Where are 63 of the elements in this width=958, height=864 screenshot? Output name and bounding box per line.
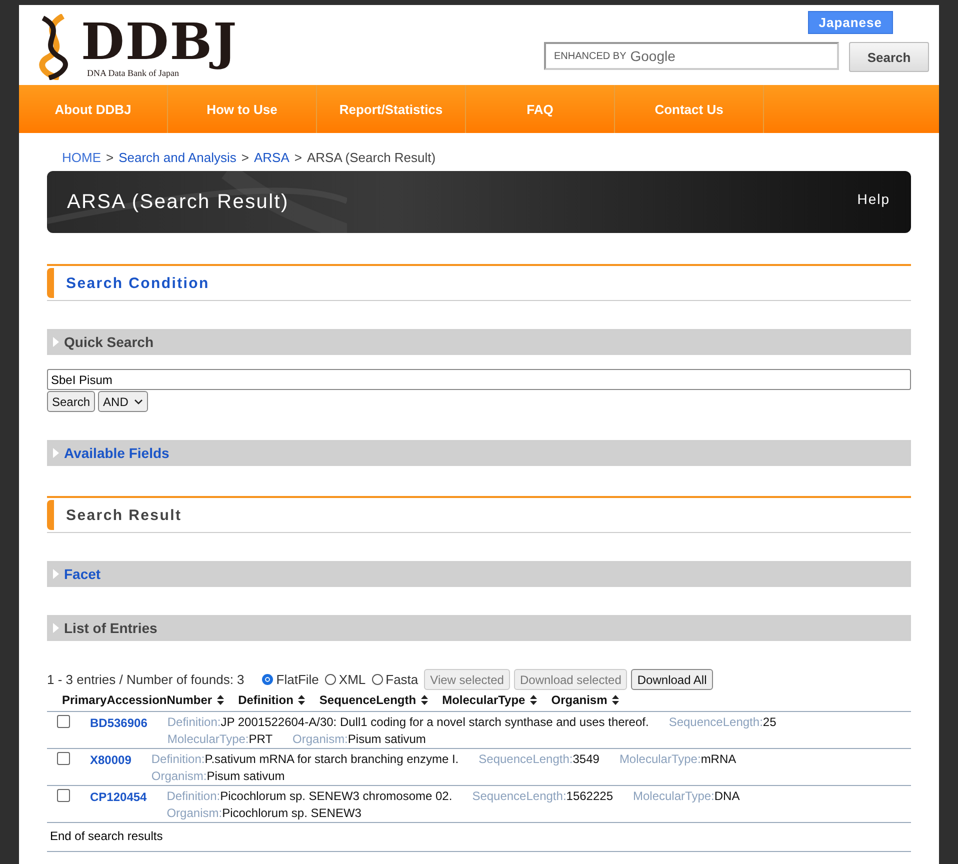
accession-link[interactable]: X80009	[90, 753, 132, 767]
entry-field: Organism:Picochlorum sp. SENEW3	[166, 805, 362, 821]
sort-icon	[421, 695, 428, 705]
expand-triangle-icon	[53, 337, 59, 347]
sort-column-header[interactable]: PrimaryAccessionNumber	[62, 693, 224, 707]
sort-icon	[298, 695, 306, 705]
collapsible-header[interactable]: Facet	[47, 561, 911, 587]
breadcrumb-link[interactable]: Search and Analysis	[118, 150, 236, 165]
entry-field: SequenceLength:1562225	[472, 788, 613, 804]
chevron-down-icon	[134, 398, 144, 404]
section-marker-icon	[47, 500, 54, 530]
section-title: Search Condition	[66, 274, 210, 292]
sort-icon	[530, 695, 538, 705]
breadcrumb-current: ARSA (Search Result)	[306, 150, 436, 165]
collapsible-header[interactable]: Quick Search	[47, 329, 911, 355]
sort-icon	[217, 695, 224, 705]
sort-column-header[interactable]: Definition	[238, 693, 306, 707]
accession-link[interactable]: CP120454	[90, 790, 147, 804]
result-summary: 1 - 3 entries / Number of founds: 3	[47, 672, 244, 687]
logo-wordmark[interactable]: DDBJ	[81, 16, 238, 68]
help-link[interactable]: Help	[857, 191, 890, 207]
sort-column-header[interactable]: Organism	[551, 693, 620, 707]
breadcrumb-separator: >	[241, 150, 249, 165]
search-button[interactable]: Search	[849, 42, 929, 72]
entry-field: SequenceLength:3549	[478, 751, 600, 767]
format-radio[interactable]: FlatFile	[262, 672, 319, 687]
sort-column-header[interactable]: MolecularType	[442, 693, 538, 707]
operator-dropdown[interactable]: AND	[98, 391, 148, 412]
end-of-results-text: End of search results	[47, 823, 911, 852]
entry-checkbox[interactable]	[57, 715, 70, 728]
entry-checkbox[interactable]	[57, 752, 70, 765]
entry-field: Definition:JP 2001522604-A/30: Dull1 coding for a novel starch synthase and uses thereof.	[167, 714, 649, 730]
entry-field: MolecularType:mRNA	[619, 751, 736, 767]
entry-field: Definition:P.sativum mRNA for starch branching enzyme I.	[151, 751, 459, 767]
entry-field: Organism:Pisum sativum	[292, 731, 426, 747]
breadcrumb-link[interactable]: ARSA	[254, 150, 290, 165]
entry-field: Definition:Picochlorum sp. SENEW3 chromosome 02.	[166, 788, 452, 804]
format-radio[interactable]: Fasta	[372, 672, 418, 687]
search-field[interactable]: ENHANCED BY Google	[544, 42, 839, 70]
search-button[interactable]: Search	[47, 391, 96, 412]
entry-checkbox[interactable]	[57, 789, 70, 802]
section-marker-icon	[47, 268, 54, 298]
sort-icon	[612, 695, 620, 705]
accession-link[interactable]: BD536906	[90, 716, 148, 730]
expand-triangle-icon	[53, 448, 59, 458]
collapsible-header[interactable]: List of Entries	[47, 615, 911, 641]
expand-triangle-icon	[53, 569, 59, 579]
sort-column-header[interactable]: SequenceLength	[319, 693, 428, 707]
logo-subtitle: DNA Data Bank of Japan	[87, 68, 179, 78]
breadcrumb-separator: >	[294, 150, 302, 165]
query-input[interactable]: SbeI Pisum	[47, 369, 911, 390]
breadcrumb-separator: >	[106, 150, 114, 165]
entry-field: MolecularType:PRT	[167, 731, 273, 747]
page-title: ARSA (Search Result)	[67, 190, 289, 214]
section-title: Search Result	[66, 506, 182, 524]
collapsible-header[interactable]: Available Fields	[47, 440, 911, 466]
entry-field: Organism:Pisum sativum	[151, 768, 285, 784]
entry-field: MolecularType:DNA	[633, 788, 740, 804]
breadcrumb-link[interactable]: HOME	[62, 150, 101, 165]
entry-field: SequenceLength:25	[668, 714, 776, 730]
format-radio[interactable]: XML	[324, 672, 366, 687]
expand-triangle-icon	[53, 623, 59, 633]
action-button[interactable]: Download All	[631, 669, 713, 690]
